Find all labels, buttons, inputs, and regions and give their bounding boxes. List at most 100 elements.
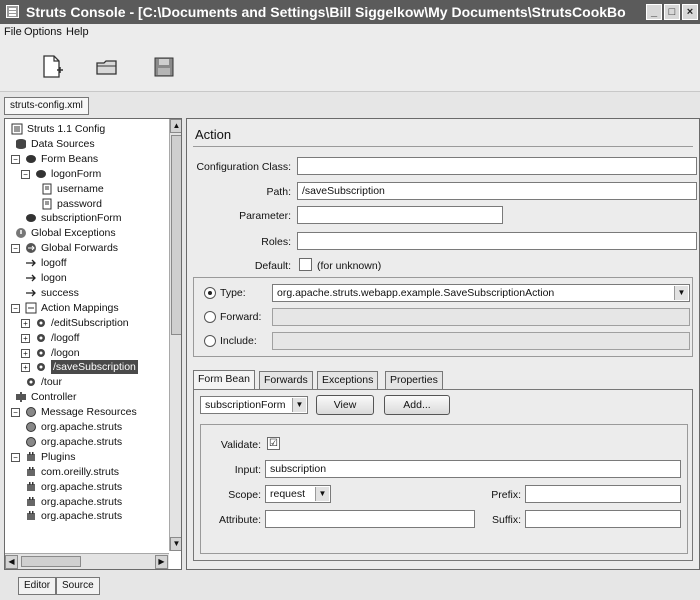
open-folder-icon[interactable]	[94, 54, 122, 80]
config-class-field[interactable]	[297, 157, 697, 175]
menu-file[interactable]: File	[4, 26, 22, 38]
roles-field[interactable]	[297, 232, 697, 250]
tab-properties[interactable]: Properties	[385, 371, 443, 389]
chevron-down-icon[interactable]: ▼	[674, 286, 688, 300]
tree-expander-icon[interactable]: +	[21, 318, 30, 328]
tree-item[interactable]: − Global Forwards	[5, 241, 169, 255]
tree-item[interactable]: + /logoff	[5, 331, 169, 345]
tree-item[interactable]: org.apache.struts	[5, 435, 169, 449]
hscroll-thumb[interactable]	[21, 556, 81, 567]
parameter-field[interactable]	[297, 206, 503, 224]
suffix-field[interactable]	[525, 510, 681, 528]
scroll-down-button[interactable]: ▼	[170, 537, 181, 551]
tree-item[interactable]: org.apache.struts	[5, 495, 169, 509]
arrow-icon	[25, 287, 37, 299]
tree-expander-icon[interactable]: −	[11, 303, 20, 313]
tree-item[interactable]: − Plugins	[5, 450, 169, 464]
prefix-field[interactable]	[525, 485, 681, 503]
close-button[interactable]: ×	[682, 4, 698, 20]
panel-title: Action	[195, 127, 232, 142]
save-disk-icon[interactable]	[150, 54, 178, 80]
tree-item[interactable]: + /saveSubscription	[5, 360, 169, 375]
tab-forwards[interactable]: Forwards	[259, 371, 313, 389]
tree-item[interactable]: subscriptionForm	[5, 211, 169, 225]
tree-item-label: /logoff	[51, 331, 80, 344]
tree-item[interactable]: − Message Resources	[5, 405, 169, 419]
scroll-right-button[interactable]: ▶	[155, 555, 168, 569]
scroll-thumb[interactable]	[171, 135, 181, 335]
validate-checkbox[interactable]: ☑	[267, 437, 280, 450]
maximize-button[interactable]: □	[664, 4, 680, 20]
tab-exceptions[interactable]: Exceptions	[317, 371, 379, 389]
bean-icon	[25, 153, 37, 165]
forward-label: Forward:	[220, 311, 262, 323]
property-icon	[41, 183, 53, 195]
tab-source[interactable]: Source	[56, 577, 100, 595]
form-bean-select-value: subscriptionForm	[205, 399, 286, 411]
scroll-up-button[interactable]: ▲	[170, 119, 181, 133]
new-file-icon[interactable]	[38, 54, 66, 80]
action-icon	[25, 302, 37, 314]
gear-icon	[35, 332, 47, 344]
view-button[interactable]: View	[316, 395, 374, 415]
tree-item-label: /tour	[41, 376, 63, 389]
tree-expander-icon[interactable]: −	[11, 154, 20, 164]
tree-item[interactable]: Global Exceptions	[5, 226, 169, 240]
tree-expander-icon[interactable]: +	[21, 363, 30, 373]
tree-expander-icon[interactable]: −	[11, 244, 20, 254]
tree-item[interactable]: org.apache.struts	[5, 420, 169, 434]
type-radio[interactable]	[204, 287, 216, 299]
scope-label: Scope:	[228, 489, 261, 501]
tree-expander-icon[interactable]: −	[11, 408, 20, 418]
tree-item[interactable]: com.oreilly.struts	[5, 465, 169, 479]
tree-expander-icon[interactable]: −	[21, 169, 30, 179]
tab-editor[interactable]: Editor	[18, 577, 57, 595]
title-bar: Struts Console - [C:\Documents and Setti…	[0, 0, 700, 24]
tree-item[interactable]: logoff	[5, 256, 169, 270]
tree-item[interactable]: password	[5, 197, 169, 211]
tree-item[interactable]: success	[5, 286, 169, 300]
default-checkbox[interactable]	[299, 258, 312, 271]
tree-item[interactable]: logon	[5, 271, 169, 285]
tree-item[interactable]: org.apache.struts	[5, 480, 169, 494]
tree-expander-icon[interactable]: +	[21, 348, 30, 358]
add-button[interactable]: Add...	[384, 395, 450, 415]
tree-item-label: Action Mappings	[41, 301, 119, 314]
menu-help[interactable]: Help	[66, 26, 89, 38]
tree-item-label: Controller	[31, 391, 77, 404]
scroll-left-button[interactable]: ◀	[5, 555, 18, 569]
tree-expander-icon[interactable]: −	[11, 452, 20, 462]
toolbar	[0, 42, 700, 92]
minimize-button[interactable]: _	[646, 4, 662, 20]
tree-item[interactable]: /tour	[5, 375, 169, 389]
tree-item[interactable]: + /editSubscription	[5, 316, 169, 330]
tree-item[interactable]: − logonForm	[5, 167, 169, 181]
tree-item[interactable]: Data Sources	[5, 137, 169, 151]
tree-item[interactable]: org.apache.struts	[5, 509, 169, 523]
tree-vertical-scrollbar[interactable]: ▲ ▼	[169, 119, 181, 551]
tree-item[interactable]: username	[5, 182, 169, 196]
forward-radio[interactable]	[204, 311, 216, 323]
chevron-down-icon[interactable]: ▼	[292, 398, 306, 412]
chevron-down-icon[interactable]: ▼	[315, 487, 329, 501]
tree-item[interactable]: Struts 1.1 Config	[5, 122, 169, 136]
scope-select[interactable]: request ▼	[265, 485, 331, 503]
include-radio[interactable]	[204, 335, 216, 347]
suffix-label: Suffix:	[492, 514, 521, 526]
type-combo[interactable]: org.apache.struts.webapp.example.SaveSub…	[272, 284, 690, 302]
tree-item[interactable]: Controller	[5, 390, 169, 404]
tree-item[interactable]: − Form Beans	[5, 152, 169, 166]
path-field[interactable]: /saveSubscription	[297, 182, 697, 200]
tree-item[interactable]: + /logon	[5, 346, 169, 360]
tree-item-label: logoff	[41, 257, 67, 270]
input-field[interactable]: subscription	[265, 460, 681, 478]
attribute-field[interactable]	[265, 510, 475, 528]
type-label: Type:	[220, 287, 246, 299]
menu-options[interactable]: Options	[24, 26, 62, 38]
tree-item[interactable]: − Action Mappings	[5, 301, 169, 315]
tab-struts-config[interactable]: struts-config.xml	[4, 97, 89, 115]
tree-expander-icon[interactable]: +	[21, 333, 30, 343]
tree-horizontal-scrollbar[interactable]: ◀ ▶	[5, 553, 169, 569]
tab-form-bean[interactable]: Form Bean	[193, 370, 255, 390]
form-bean-select[interactable]: subscriptionForm ▼	[200, 396, 308, 414]
